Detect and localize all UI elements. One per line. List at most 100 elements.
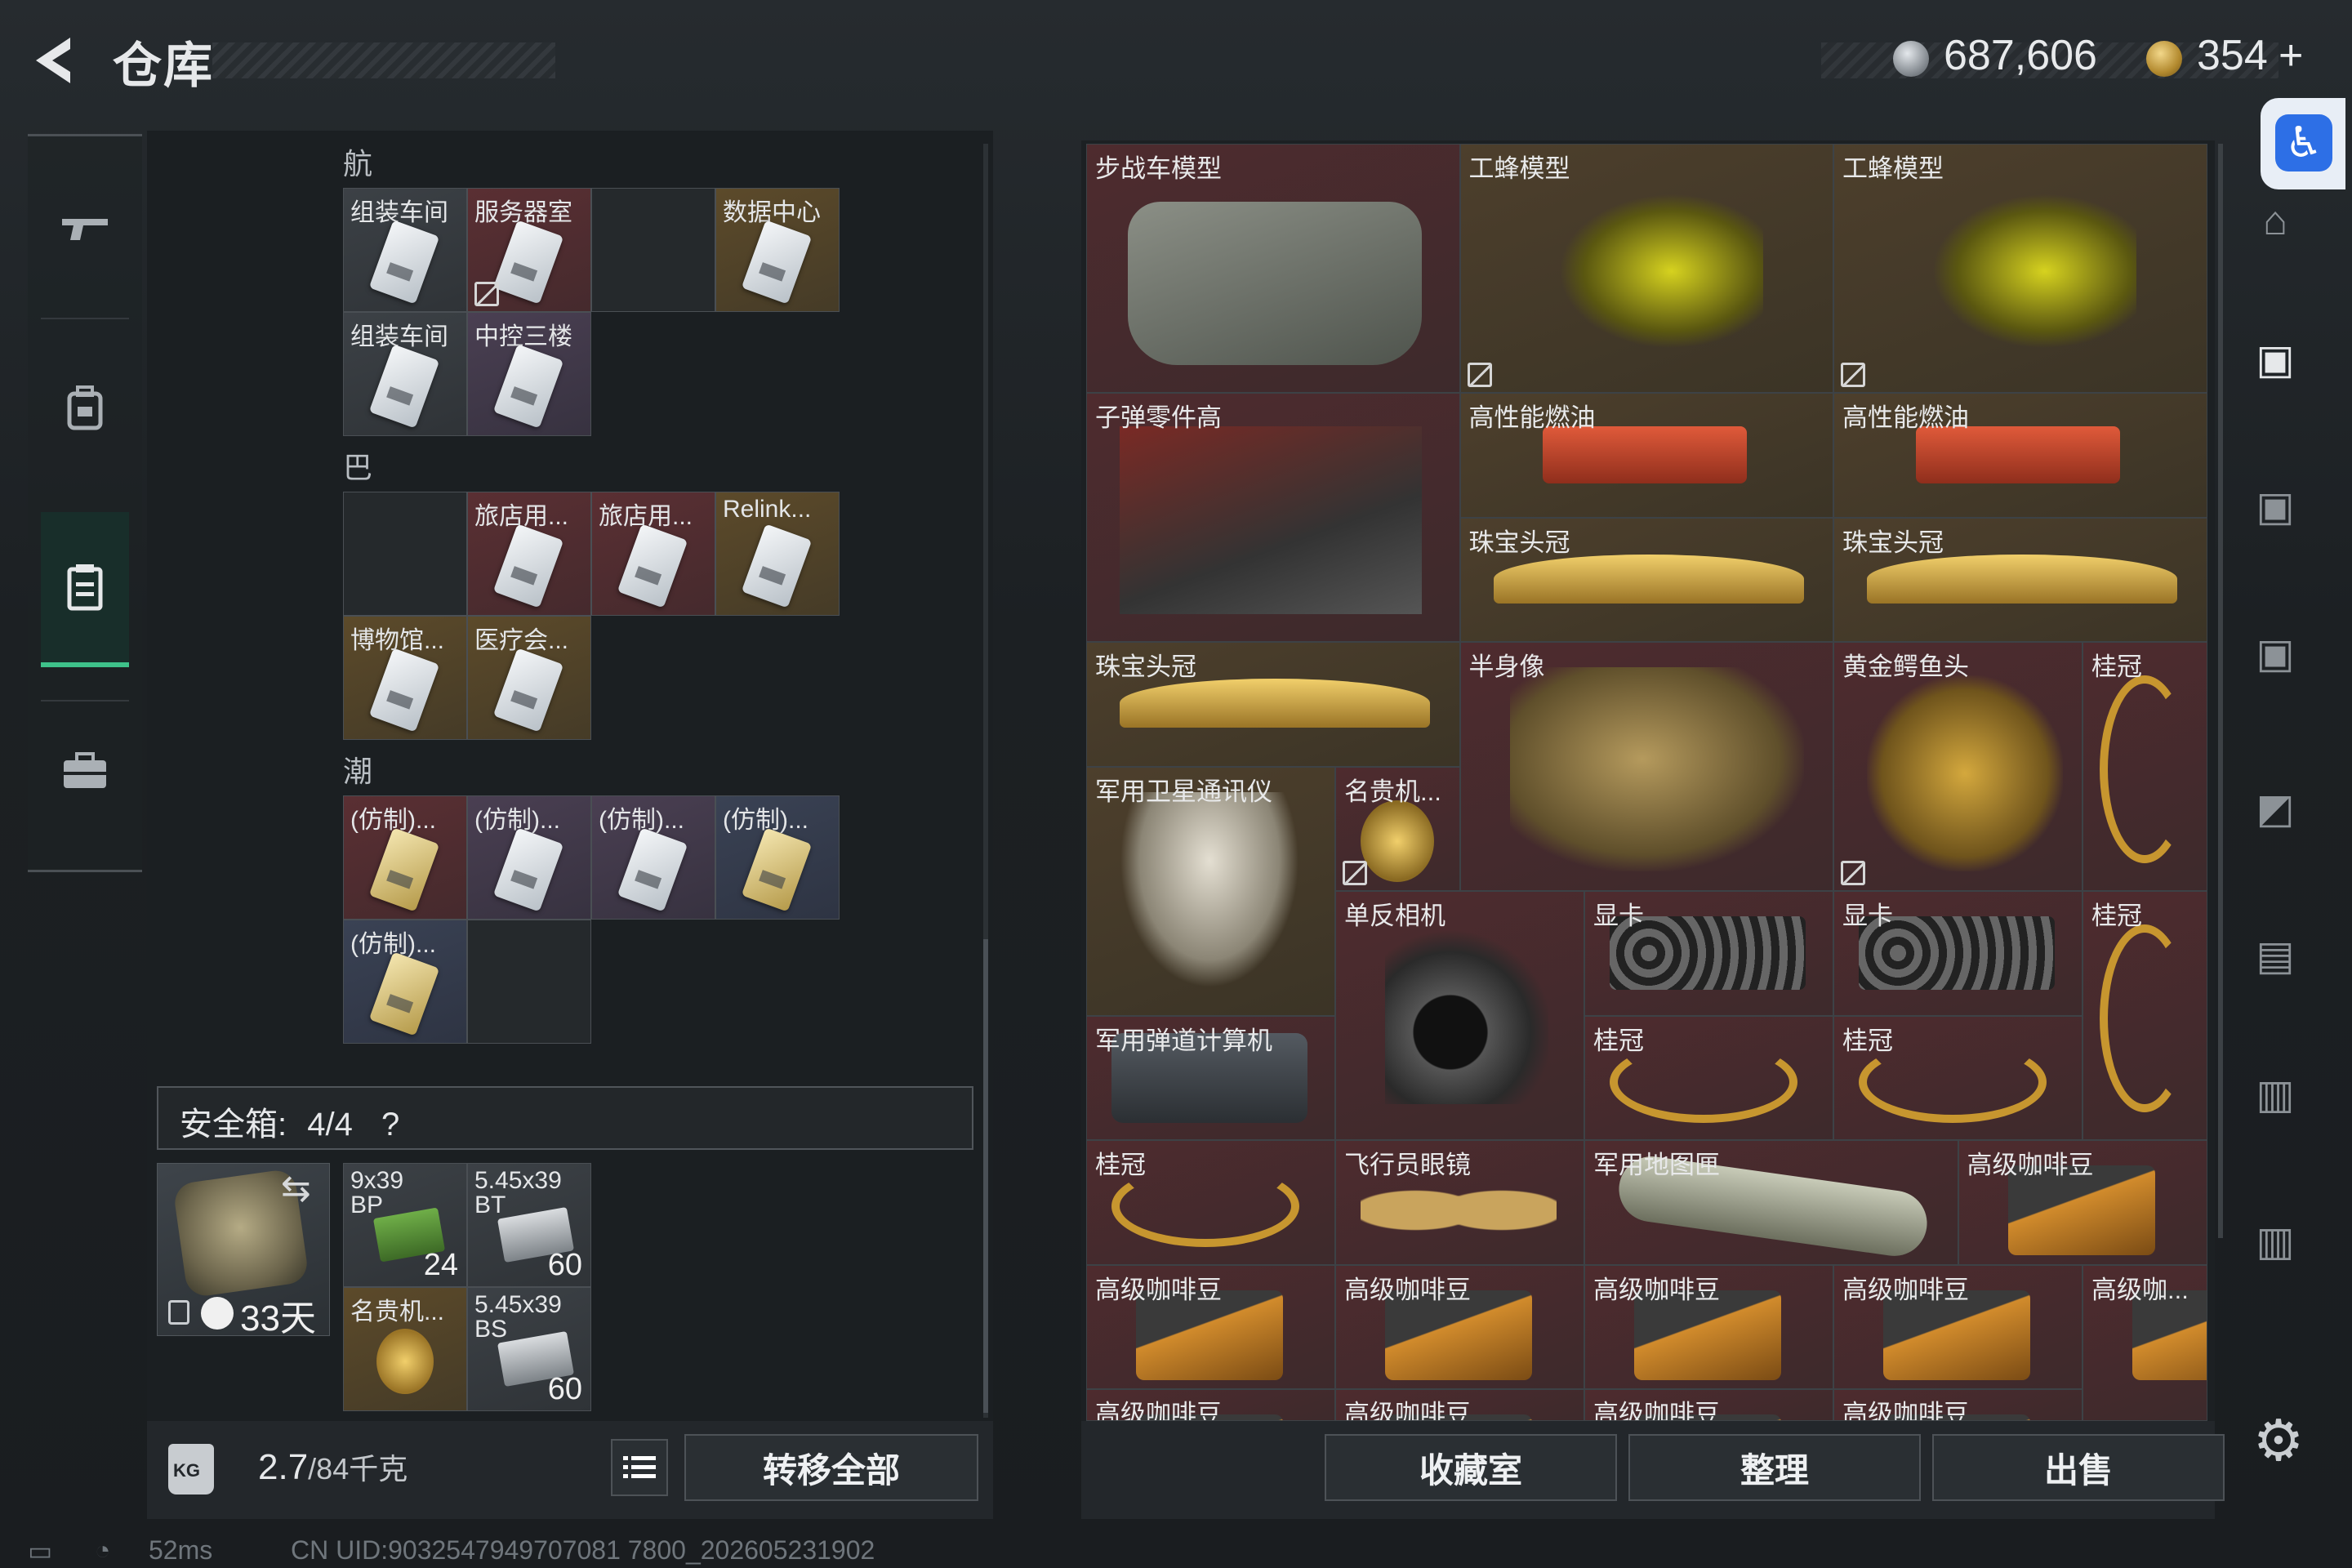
bee-icon — [1558, 194, 1763, 349]
fuel-icon — [1542, 426, 1747, 483]
container-item[interactable]: 半身像 — [1459, 642, 1833, 891]
container-item[interactable]: 军用弹道计算机 — [1086, 1015, 1335, 1140]
item-label: 医疗会... — [474, 627, 569, 654]
swap-icon[interactable]: ⇆ — [281, 1168, 311, 1209]
keycard-slot[interactable]: (仿制)... — [343, 795, 467, 920]
keycard-icon — [368, 648, 440, 733]
safe-item-slot[interactable]: 名贵机... — [343, 1287, 467, 1411]
rack-iii-alt-icon[interactable]: ▥ — [2243, 1209, 2308, 1274]
container-item[interactable]: 单反相机 — [1335, 891, 1584, 1140]
container-item[interactable]: 高级咖啡豆 — [1335, 1389, 1584, 1421]
container-item[interactable]: 高级咖啡豆 — [1584, 1389, 1833, 1421]
safe-count: 4/4 — [307, 1107, 353, 1143]
item-label: 珠宝头冠 — [1468, 528, 1570, 557]
container-item[interactable]: 桂冠 — [1584, 1015, 1833, 1140]
container-item[interactable]: 显卡 — [1584, 891, 1833, 1016]
keycard-slot[interactable]: 中控三楼 — [467, 312, 591, 436]
container-item[interactable]: 工蜂模型 — [1459, 144, 1833, 393]
container-item[interactable]: 子弹零件高 — [1086, 393, 1460, 642]
container-item[interactable]: 珠宝头冠 — [1459, 517, 1833, 642]
container-item[interactable]: 高级咖啡豆 — [1086, 1264, 1335, 1389]
transfer-all-button[interactable]: 转移全部 — [684, 1434, 978, 1501]
container-item[interactable]: 高性能燃油 — [1459, 393, 1833, 518]
container-item[interactable]: 高级咖啡豆 — [1086, 1389, 1335, 1421]
keycard-slot[interactable]: 数据中心 — [715, 188, 840, 312]
keycard-slot[interactable]: (仿制)... — [715, 795, 840, 920]
keycard-slot[interactable]: Relink... — [715, 492, 840, 616]
vault-icon[interactable]: ⌂ — [2243, 188, 2308, 253]
list-view-button[interactable] — [611, 1439, 668, 1496]
safe-tier-iv-alt-icon[interactable]: ▣ — [2243, 621, 2308, 686]
container-item[interactable]: 珠宝头冠 — [1086, 642, 1460, 767]
safe-item-slot[interactable]: 5.45x39 BT 60 — [467, 1163, 591, 1287]
item-label: 单反相机 — [1344, 902, 1446, 930]
container-item[interactable]: 桂冠 — [1086, 1140, 1335, 1265]
empty-slot[interactable] — [467, 920, 591, 1044]
container-item[interactable]: 桂冠 — [2082, 642, 2207, 891]
rack-iii-icon[interactable]: ▥ — [2243, 1062, 2308, 1127]
backpack-icon[interactable] — [41, 365, 129, 452]
container-item[interactable]: 高级咖啡豆 — [1958, 1140, 2207, 1265]
container-item[interactable]: 黄金鳄鱼头 — [1833, 642, 2082, 891]
fuel-icon — [1916, 426, 2120, 483]
container-item[interactable]: 工蜂模型 — [1833, 144, 2207, 393]
container-item[interactable]: 飞行员眼镜 — [1335, 1140, 1584, 1265]
keycard-slot[interactable]: (仿制)... — [343, 920, 467, 1044]
container-item[interactable]: 名贵机... — [1335, 766, 1460, 891]
container-item[interactable]: 高级咖啡豆 — [1584, 1264, 1833, 1389]
container-item[interactable]: 军用卫星通讯仪 — [1086, 766, 1335, 1016]
container-item[interactable]: 珠宝头冠 — [1833, 517, 2207, 642]
item-label: 旅店用... — [474, 503, 569, 530]
container-item[interactable]: 军用地图匣 — [1584, 1140, 1958, 1265]
keycard-icon — [492, 220, 564, 305]
item-label: 旅店用... — [599, 503, 693, 530]
keycard-slot[interactable]: 旅店用... — [467, 492, 591, 616]
add-currency-button[interactable]: + — [2278, 31, 2303, 80]
wifi-icon: ◔ — [95, 1535, 111, 1565]
silver-coin-icon — [1893, 41, 1929, 77]
container-item[interactable]: 桂冠 — [2082, 891, 2207, 1140]
no-sell-icon — [1343, 861, 1367, 885]
keycard-slot[interactable]: (仿制)... — [591, 795, 715, 920]
title-decoration — [212, 42, 555, 78]
container-item[interactable]: 高性能燃油 — [1833, 393, 2207, 518]
safe-tier-iii-icon[interactable]: ◩ — [2243, 776, 2308, 841]
container-item[interactable]: 步战车模型 — [1086, 144, 1460, 393]
container-item[interactable]: 高级咖... — [2082, 1264, 2207, 1421]
container-item[interactable]: 显卡 — [1833, 891, 2082, 1016]
list-icon — [623, 1456, 656, 1478]
container-item[interactable]: 高级咖啡豆 — [1833, 1389, 2082, 1421]
container-scrollbar[interactable] — [2218, 144, 2223, 1238]
safe-item-slot[interactable]: 9x39 BP 24 — [343, 1163, 467, 1287]
empty-slot[interactable] — [591, 188, 715, 312]
help-icon[interactable]: ? — [381, 1107, 399, 1143]
item-label: (仿制)... — [599, 807, 684, 834]
back-arrow-icon[interactable] — [24, 31, 82, 90]
collection-button[interactable]: 收藏室 — [1325, 1434, 1617, 1501]
empty-slot[interactable] — [343, 492, 467, 616]
keycard-slot[interactable]: 医疗会... — [467, 616, 591, 740]
weight-readout: 2.7/84千克 — [258, 1446, 408, 1488]
keycard-slot[interactable]: 旅店用... — [591, 492, 715, 616]
container-item[interactable]: 桂冠 — [1833, 1015, 2082, 1140]
sell-button[interactable]: 出售 — [1932, 1434, 2225, 1501]
shelf-icon[interactable]: ▤ — [2243, 923, 2308, 988]
item-label: 军用卫星通讯仪 — [1095, 777, 1272, 806]
keycard-slot[interactable]: (仿制)... — [467, 795, 591, 920]
container-icon[interactable] — [41, 512, 129, 667]
safe-tier-v-icon[interactable]: ▣ — [2243, 327, 2308, 392]
briefcase-icon[interactable] — [41, 728, 129, 814]
keycard-slot[interactable]: 博物馆... — [343, 616, 467, 740]
settings-gear-icon[interactable]: ⚙ — [2247, 1410, 2310, 1472]
container-item[interactable]: 高级咖啡豆 — [1335, 1264, 1584, 1389]
keycard-slot[interactable]: 组装车间 — [343, 312, 467, 436]
keycard-slot[interactable]: 服务器室 — [467, 188, 591, 312]
item-label: 名贵机... — [1344, 777, 1441, 806]
keycard-slot[interactable]: 组装车间 — [343, 188, 467, 312]
storage-scroll-thumb[interactable] — [983, 939, 988, 1413]
container-item[interactable]: 高级咖啡豆 — [1833, 1264, 2082, 1389]
weapon-icon[interactable] — [41, 185, 129, 272]
safe-tier-iv-icon[interactable]: ▣ — [2243, 474, 2308, 539]
safe-item-slot[interactable]: 5.45x39 BS 60 — [467, 1287, 591, 1411]
sort-button[interactable]: 整理 — [1628, 1434, 1921, 1501]
